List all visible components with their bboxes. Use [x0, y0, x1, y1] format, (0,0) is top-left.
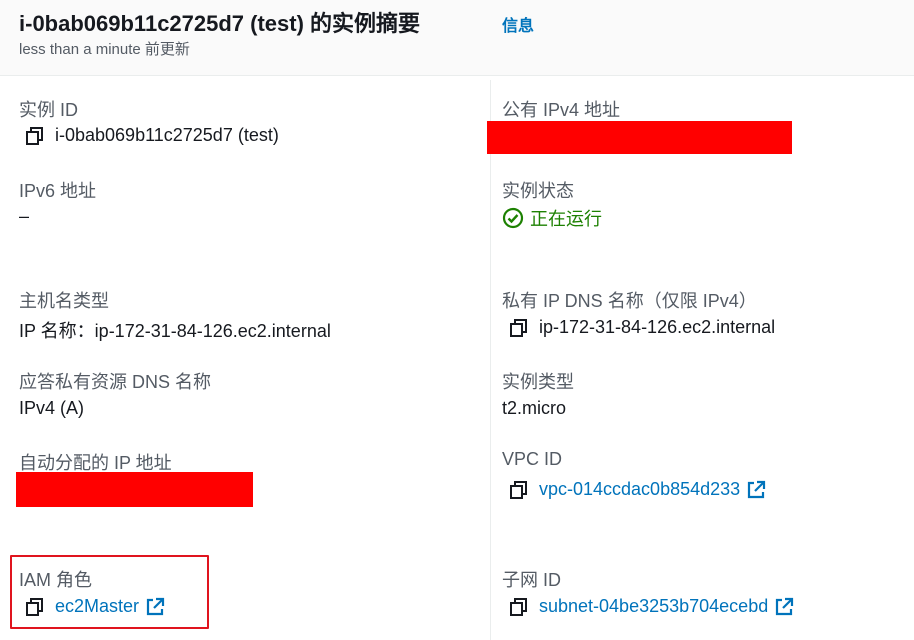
private-dns-label: 私有 IP DNS 名称（仅限 IPv4）	[502, 291, 757, 311]
private-dns-value: ip-172-31-84-126.ec2.internal	[539, 317, 776, 337]
copy-icon[interactable]	[25, 126, 45, 146]
subnet-id-value-row: subnet-04be3253b704ecebd	[509, 596, 794, 617]
public-ipv4-redaction	[487, 121, 792, 154]
instance-type-label: 实例类型	[502, 372, 574, 392]
subnet-id-label: 子网 ID	[502, 570, 562, 590]
copy-icon[interactable]	[509, 597, 529, 617]
private-dns-value-row: ip-172-31-84-126.ec2.internal	[509, 317, 775, 338]
instance-state-value: 正在运行	[530, 209, 602, 229]
instance-type-value: t2.micro	[502, 398, 567, 418]
updated-timestamp: less than a minute 前更新	[19, 41, 190, 58]
info-link[interactable]: 信息	[502, 12, 534, 36]
public-ipv4-label: 公有 IPv4 地址	[502, 100, 621, 120]
iam-role-label: IAM 角色	[19, 570, 93, 590]
auto-ip-redaction	[16, 472, 253, 507]
iam-role-value-row: ec2Master	[25, 596, 165, 617]
subnet-id-link[interactable]: subnet-04be3253b704ecebd	[539, 596, 768, 617]
instance-state-row: 正在运行	[502, 205, 602, 231]
instance-state-label: 实例状态	[502, 181, 574, 201]
answer-dns-label: 应答私有资源 DNS 名称	[19, 372, 212, 392]
answer-dns-value: IPv4 (A)	[19, 398, 85, 418]
check-circle-icon	[502, 207, 524, 229]
copy-icon[interactable]	[25, 597, 45, 617]
copy-icon[interactable]	[509, 318, 529, 338]
hostname-type-label: 主机名类型	[19, 291, 109, 311]
instance-id-value: i-0bab069b11c2725d7 (test)	[55, 125, 279, 145]
ipv6-value: –	[19, 206, 30, 226]
vpc-id-value-row: vpc-014ccdac0b854d233	[509, 479, 766, 500]
ipv6-label: IPv6 地址	[19, 181, 97, 201]
vpc-id-label: VPC ID	[502, 449, 563, 469]
external-link-icon[interactable]	[145, 597, 165, 617]
instance-id-label: 实例 ID	[19, 100, 79, 120]
page-title: i-0bab069b11c2725d7 (test) 的实例摘要	[19, 11, 421, 36]
summary-header: i-0bab069b11c2725d7 (test) 的实例摘要 信息 less…	[0, 0, 914, 76]
column-divider	[490, 80, 491, 640]
hostname-type-value: IP 名称：ip-172-31-84-126.ec2.internal	[19, 321, 331, 341]
instance-id-value-row: i-0bab069b11c2725d7 (test)	[25, 125, 279, 146]
external-link-icon[interactable]	[774, 597, 794, 617]
copy-icon[interactable]	[509, 480, 529, 500]
external-link-icon[interactable]	[746, 480, 766, 500]
iam-role-link[interactable]: ec2Master	[55, 596, 139, 617]
vpc-id-link[interactable]: vpc-014ccdac0b854d233	[539, 479, 740, 500]
